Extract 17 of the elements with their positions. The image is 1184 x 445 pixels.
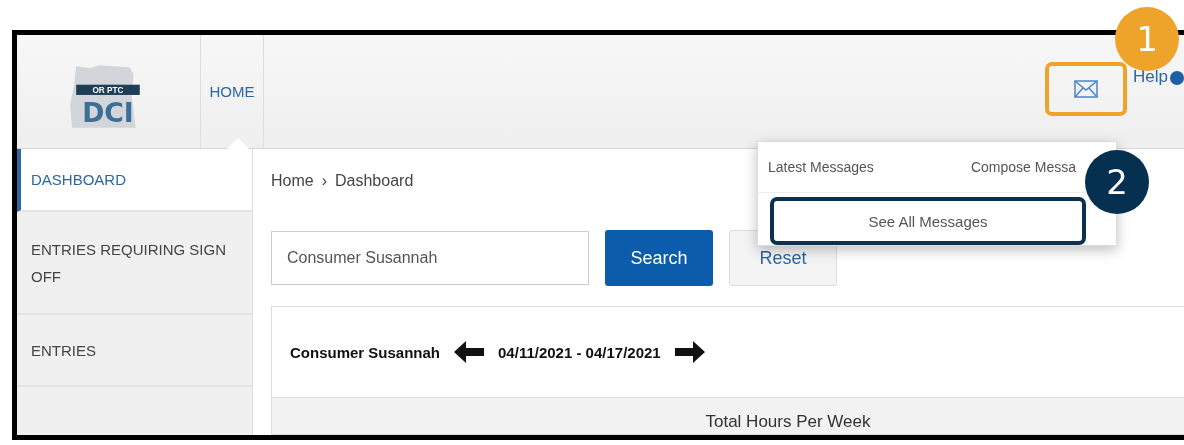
search-button[interactable]: Search bbox=[605, 230, 713, 286]
envelope-icon bbox=[1074, 80, 1099, 98]
see-all-messages-button[interactable]: See All Messages bbox=[770, 197, 1086, 245]
consumer-name: Consumer Susannah bbox=[290, 343, 441, 361]
date-range: 04/11/2021 - 04/17/2021 bbox=[498, 343, 661, 361]
latest-messages-link[interactable]: Latest Messages bbox=[768, 159, 874, 175]
breadcrumb-current: Dashboard bbox=[335, 172, 414, 190]
right-arrow-icon[interactable] bbox=[674, 341, 705, 363]
breadcrumb-separator: › bbox=[321, 172, 327, 190]
sidebar-item[interactable]: DASHBOARD bbox=[17, 149, 252, 212]
step-badge: 1 bbox=[1115, 7, 1179, 71]
panel-title: Total Hours Per Week bbox=[705, 412, 871, 432]
help-icon[interactable] bbox=[1170, 71, 1184, 85]
left-arrow-icon[interactable] bbox=[454, 341, 485, 363]
search-field[interactable]: Consumer Susannah bbox=[271, 231, 589, 285]
breadcrumb-link[interactable]: Home bbox=[271, 172, 314, 190]
compose-message-link[interactable]: Compose Messa bbox=[970, 159, 1076, 175]
